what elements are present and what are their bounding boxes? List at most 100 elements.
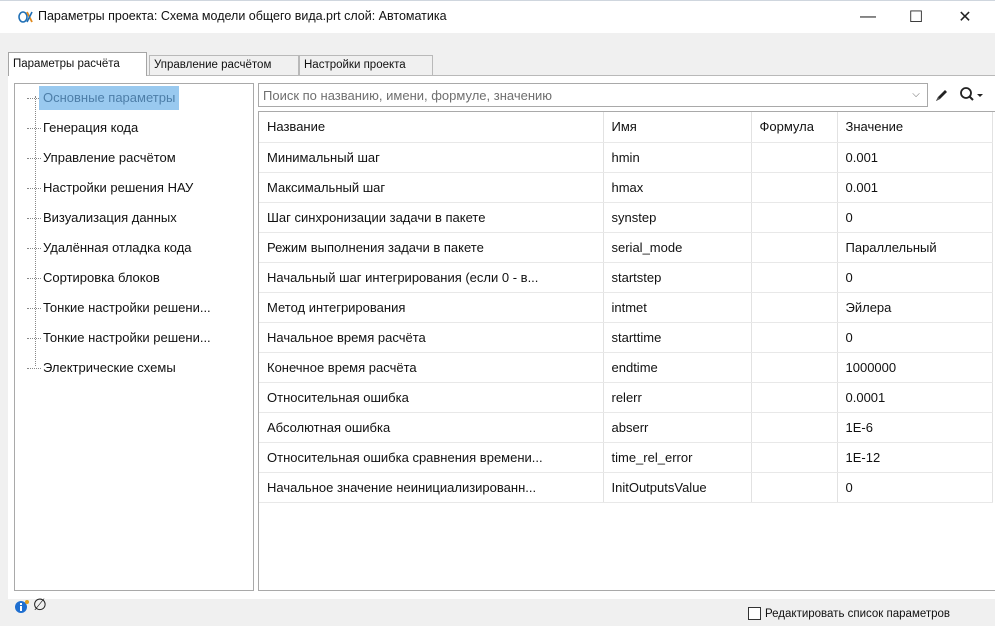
tree-item-label: Визуализация данных xyxy=(43,210,177,225)
cell-value[interactable]: 0 xyxy=(837,262,993,293)
tree-item-label: Удалённая отладка кода xyxy=(43,240,192,255)
table-row[interactable]: Относительная ошибка relerr 0.0001 xyxy=(259,382,993,413)
cell-formula[interactable] xyxy=(751,232,838,263)
cell-formula[interactable] xyxy=(751,322,838,353)
cell-formula[interactable] xyxy=(751,442,838,473)
table-row[interactable]: Минимальный шаг hmin 0.001 xyxy=(259,142,993,173)
search-icon[interactable] xyxy=(958,86,988,104)
search-box[interactable]: ⌵ xyxy=(258,83,928,107)
tab-project-settings[interactable]: Настройки проекта xyxy=(299,55,433,75)
tree-item-fine-settings-2[interactable]: Тонкие настройки решени... xyxy=(21,326,251,350)
cell-id[interactable]: time_rel_error xyxy=(603,442,752,473)
cell-name[interactable]: Начальный шаг интегрирования (если 0 - в… xyxy=(259,262,604,293)
cell-value[interactable]: 0.001 xyxy=(837,172,993,203)
cell-value[interactable]: 1E-12 xyxy=(837,442,993,473)
pen-icon[interactable] xyxy=(934,87,950,103)
cell-name[interactable]: Абсолютная ошибка xyxy=(259,412,604,443)
cell-formula[interactable] xyxy=(751,172,838,203)
cell-id[interactable]: relerr xyxy=(603,382,752,413)
cell-formula[interactable] xyxy=(751,472,838,503)
chevron-down-icon[interactable]: ⌵ xyxy=(909,87,923,103)
minimize-button[interactable]: — xyxy=(845,1,891,33)
cell-name[interactable]: Минимальный шаг xyxy=(259,142,604,173)
tree-item-nau-settings[interactable]: Настройки решения НАУ xyxy=(21,176,251,200)
table-row[interactable]: Абсолютная ошибка abserr 1E-6 xyxy=(259,412,993,443)
cell-id[interactable]: startstep xyxy=(603,262,752,293)
cell-name[interactable]: Режим выполнения задачи в пакете xyxy=(259,232,604,263)
table-row[interactable]: Максимальный шаг hmax 0.001 xyxy=(259,172,993,203)
table-row[interactable]: Начальное значение неинициализированн...… xyxy=(259,472,993,503)
cell-name[interactable]: Максимальный шаг xyxy=(259,172,604,203)
cell-name[interactable]: Метод интегрирования xyxy=(259,292,604,323)
tree-item-main-params[interactable]: Основные параметры xyxy=(21,86,251,110)
cell-formula[interactable] xyxy=(751,142,838,173)
cell-id[interactable]: InitOutputsValue xyxy=(603,472,752,503)
cell-value[interactable]: 1E-6 xyxy=(837,412,993,443)
table-row[interactable]: Относительная ошибка сравнения времени..… xyxy=(259,442,993,473)
tab-calculation-params[interactable]: Параметры расчёта xyxy=(8,52,147,76)
edit-parameter-list-checkbox[interactable]: Редактировать список параметров xyxy=(748,607,950,620)
cell-formula[interactable] xyxy=(751,202,838,233)
cell-name[interactable]: Относительная ошибка сравнения времени..… xyxy=(259,442,604,473)
cell-id[interactable]: hmax xyxy=(603,172,752,203)
tree-item-remote-debug[interactable]: Удалённая отладка кода xyxy=(21,236,251,260)
cell-formula[interactable] xyxy=(751,352,838,383)
title-bar[interactable]: Параметры проекта: Схема модели общего в… xyxy=(0,1,995,33)
cell-id[interactable]: synstep xyxy=(603,202,752,233)
tree-item-fine-settings-1[interactable]: Тонкие настройки решени... xyxy=(21,296,251,320)
table-row[interactable]: Метод интегрирования intmet Эйлера xyxy=(259,292,993,323)
cell-value[interactable]: 0 xyxy=(837,322,993,353)
checkbox-box[interactable] xyxy=(748,607,761,620)
table-row[interactable]: Начальный шаг интегрирования (если 0 - в… xyxy=(259,262,993,293)
tree-item-electrical-circuits[interactable]: Электрические схемы xyxy=(21,356,251,380)
cell-name[interactable]: Относительная ошибка xyxy=(259,382,604,413)
table-row[interactable]: Конечное время расчёта endtime 1000000 xyxy=(259,352,993,383)
table-row[interactable]: Режим выполнения задачи в пакете serial_m… xyxy=(259,232,993,263)
cell-id[interactable]: abserr xyxy=(603,412,752,443)
cell-name[interactable]: Начальное значение неинициализированн... xyxy=(259,472,604,503)
cell-formula[interactable] xyxy=(751,262,838,293)
app-logo-icon xyxy=(18,11,33,23)
tree-item-label: Основные параметры xyxy=(39,86,180,110)
cell-value[interactable]: Параллельный xyxy=(837,232,993,263)
cell-name[interactable]: Начальное время расчёта xyxy=(259,322,604,353)
cell-formula[interactable] xyxy=(751,292,838,323)
cell-value[interactable]: 0 xyxy=(837,472,993,503)
window-title: Параметры проекта: Схема модели общего в… xyxy=(38,9,447,23)
search-input[interactable] xyxy=(263,86,903,104)
cell-value[interactable]: Эйлера xyxy=(837,292,993,323)
cell-name[interactable]: Конечное время расчёта xyxy=(259,352,604,383)
table-header-row: Название Имя Формула Значение xyxy=(259,112,993,143)
info-icon[interactable] xyxy=(14,599,30,615)
cell-value[interactable]: 0.001 xyxy=(837,142,993,173)
tree-item-label: Управление расчётом xyxy=(43,150,176,165)
cell-formula[interactable] xyxy=(751,382,838,413)
cell-value[interactable]: 0 xyxy=(837,202,993,233)
cell-id[interactable]: starttime xyxy=(603,322,752,353)
cell-id[interactable]: intmet xyxy=(603,292,752,323)
table-row[interactable]: Начальное время расчёта starttime 0 xyxy=(259,322,993,353)
tree-item-block-sorting[interactable]: Сортировка блоков xyxy=(21,266,251,290)
tree-item-calculation-control[interactable]: Управление расчётом xyxy=(21,146,251,170)
column-header-name[interactable]: Название xyxy=(259,112,604,143)
settings-tree: Основные параметры Генерация кода Управл… xyxy=(14,83,254,591)
cell-id[interactable]: hmin xyxy=(603,142,752,173)
cell-id[interactable]: serial_mode xyxy=(603,232,752,263)
empty-set-icon[interactable]: ∅ xyxy=(33,597,51,615)
maximize-button[interactable]: ☐ xyxy=(893,1,939,33)
column-header-formula[interactable]: Формула xyxy=(751,112,838,143)
cell-value[interactable]: 0.0001 xyxy=(837,382,993,413)
tree-item-data-visualization[interactable]: Визуализация данных xyxy=(21,206,251,230)
column-header-value[interactable]: Значение xyxy=(837,112,993,143)
tree-item-label: Тонкие настройки решени... xyxy=(43,300,211,315)
table-row[interactable]: Шаг синхронизации задачи в пакете synstep… xyxy=(259,202,993,233)
checkbox-label: Редактировать список параметров xyxy=(765,607,951,620)
tree-item-code-generation[interactable]: Генерация кода xyxy=(21,116,251,140)
cell-value[interactable]: 1000000 xyxy=(837,352,993,383)
cell-formula[interactable] xyxy=(751,412,838,443)
cell-name[interactable]: Шаг синхронизации задачи в пакете xyxy=(259,202,604,233)
close-button[interactable]: ✕ xyxy=(942,1,988,33)
cell-id[interactable]: endtime xyxy=(603,352,752,383)
tab-calculation-control[interactable]: Управление расчётом xyxy=(149,55,299,75)
column-header-id[interactable]: Имя xyxy=(603,112,752,143)
